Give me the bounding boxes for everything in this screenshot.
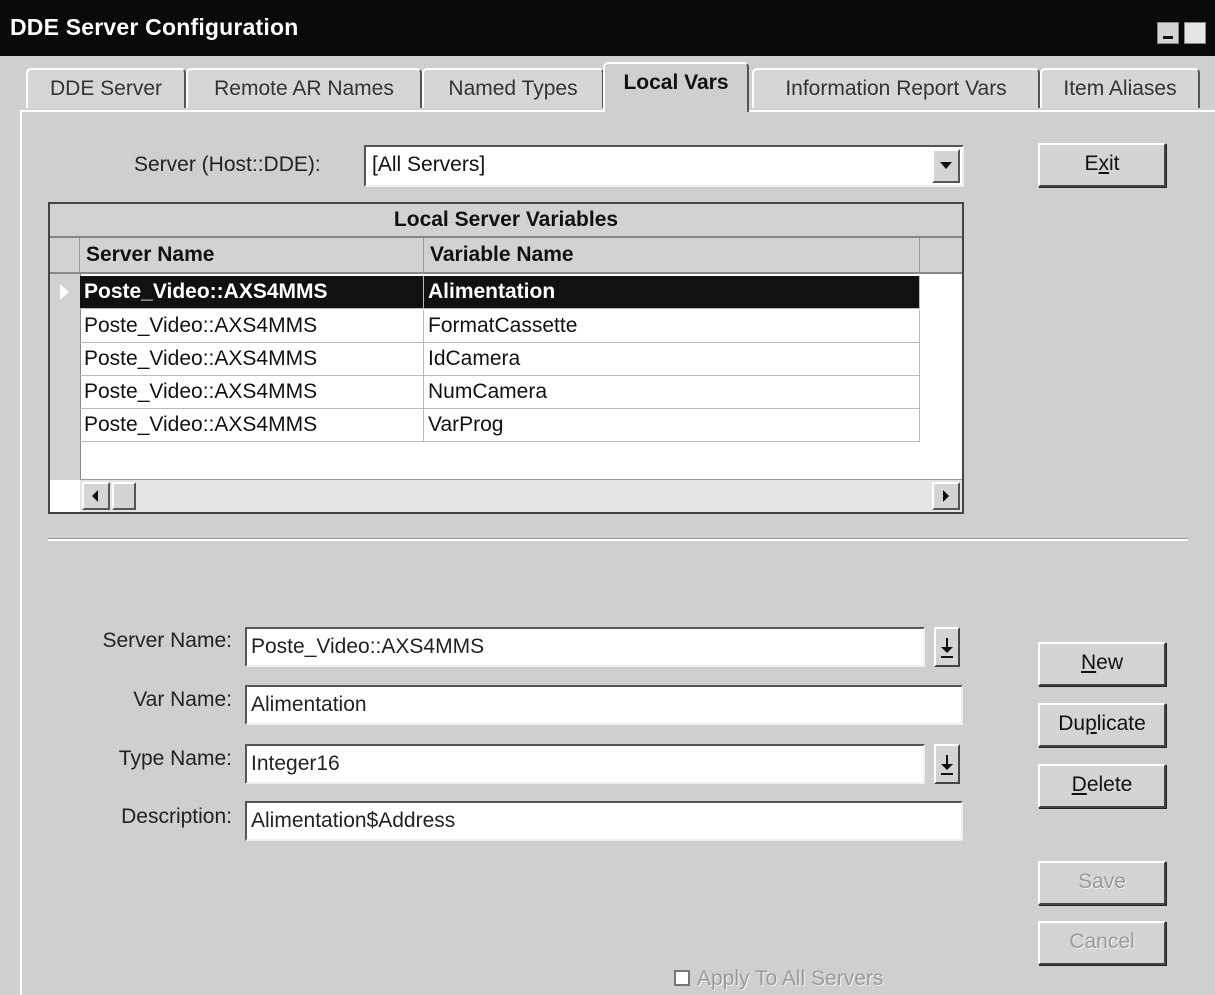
apply-to-all-label: Apply To All Servers	[697, 967, 884, 990]
tab-strip: DDE Server Remote AR Names Named Types L…	[0, 56, 1215, 112]
cell-server-name[interactable]: Poste_Video::AXS4MMS	[80, 409, 424, 441]
cell-variable-name[interactable]: Alimentation	[424, 276, 920, 308]
server-name-field[interactable]: Poste_Video::AXS4MMS	[245, 627, 925, 667]
tab-named-types[interactable]: Named Types	[422, 68, 604, 108]
cell-server-name[interactable]: Poste_Video::AXS4MMS	[80, 310, 424, 342]
table-row[interactable]: Poste_Video::AXS4MMS VarProg	[80, 409, 920, 442]
description-label: Description:	[121, 805, 232, 828]
maximize-button[interactable]	[1184, 22, 1206, 44]
column-header-server-name[interactable]: Server Name	[80, 238, 424, 272]
cell-variable-name[interactable]: FormatCassette	[424, 310, 920, 342]
section-divider	[48, 538, 1188, 541]
scroll-right-icon[interactable]	[932, 482, 960, 510]
server-name-label: Server Name:	[102, 629, 232, 652]
scroll-left-icon[interactable]	[82, 482, 110, 510]
cell-server-name[interactable]: Poste_Video::AXS4MMS	[80, 376, 424, 408]
table-row[interactable]: Poste_Video::AXS4MMS NumCamera	[80, 376, 920, 409]
server-filter-value: [All Servers]	[372, 153, 486, 176]
cell-server-name[interactable]: Poste_Video::AXS4MMS	[80, 276, 424, 308]
type-name-label: Type Name:	[118, 747, 232, 770]
type-name-value: Integer16	[251, 752, 340, 775]
new-button[interactable]: New	[1038, 642, 1166, 686]
server-filter-label: Server (Host::DDE):	[134, 153, 321, 176]
row-indicator-header	[50, 238, 80, 272]
save-button[interactable]: Save	[1038, 861, 1166, 905]
var-name-label: Var Name:	[133, 688, 232, 711]
table-row[interactable]: Poste_Video::AXS4MMS Alimentation	[80, 276, 920, 309]
duplicate-button[interactable]: Duplicate	[1038, 703, 1166, 747]
cell-variable-name[interactable]: NumCamera	[424, 376, 920, 408]
cell-variable-name[interactable]: IdCamera	[424, 343, 920, 375]
tab-information-report-vars[interactable]: Information Report Vars	[752, 68, 1040, 108]
delete-button[interactable]: Delete	[1038, 764, 1166, 808]
exit-button[interactable]: Exit	[1038, 143, 1166, 187]
horizontal-scrollbar[interactable]	[80, 479, 962, 512]
apply-to-all-checkbox[interactable]	[674, 970, 690, 986]
table-row[interactable]: Poste_Video::AXS4MMS FormatCassette	[80, 310, 920, 343]
grid-header: Server Name Variable Name	[50, 238, 962, 274]
cancel-button[interactable]: Cancel	[1038, 921, 1166, 965]
server-name-dropdown-icon[interactable]	[934, 627, 960, 667]
dropdown-arrow-icon[interactable]	[932, 149, 960, 183]
grid-caption: Local Server Variables	[50, 204, 962, 238]
tab-local-vars[interactable]: Local Vars	[603, 62, 749, 112]
var-name-value: Alimentation	[251, 693, 367, 716]
table-row[interactable]: Poste_Video::AXS4MMS IdCamera	[80, 343, 920, 376]
server-name-value: Poste_Video::AXS4MMS	[251, 635, 485, 658]
description-field[interactable]: Alimentation$Address	[245, 801, 963, 841]
window-title: DDE Server Configuration	[10, 14, 299, 40]
row-indicator-column	[50, 274, 81, 480]
cell-server-name[interactable]: Poste_Video::AXS4MMS	[80, 343, 424, 375]
cell-variable-name[interactable]: VarProg	[424, 409, 920, 441]
type-name-field[interactable]: Integer16	[245, 744, 925, 784]
description-value: Alimentation$Address	[251, 809, 456, 832]
dde-config-window: DDE Server Configuration DDE Server Remo…	[0, 0, 1215, 995]
type-name-dropdown-icon[interactable]	[934, 744, 960, 784]
local-server-variables-grid: Local Server Variables Server Name Varia…	[48, 202, 964, 514]
minimize-button[interactable]	[1157, 22, 1179, 44]
server-filter-combo[interactable]: [All Servers]	[364, 145, 964, 187]
title-bar[interactable]: DDE Server Configuration	[0, 0, 1215, 56]
tab-remote-ar-names[interactable]: Remote AR Names	[186, 68, 422, 108]
column-header-variable-name[interactable]: Variable Name	[424, 238, 920, 272]
var-name-field[interactable]: Alimentation	[245, 685, 963, 725]
tab-item-aliases[interactable]: Item Aliases	[1040, 68, 1200, 108]
scroll-thumb[interactable]	[112, 482, 136, 510]
tab-dde-server[interactable]: DDE Server	[26, 68, 186, 108]
current-row-marker-icon	[60, 284, 69, 300]
